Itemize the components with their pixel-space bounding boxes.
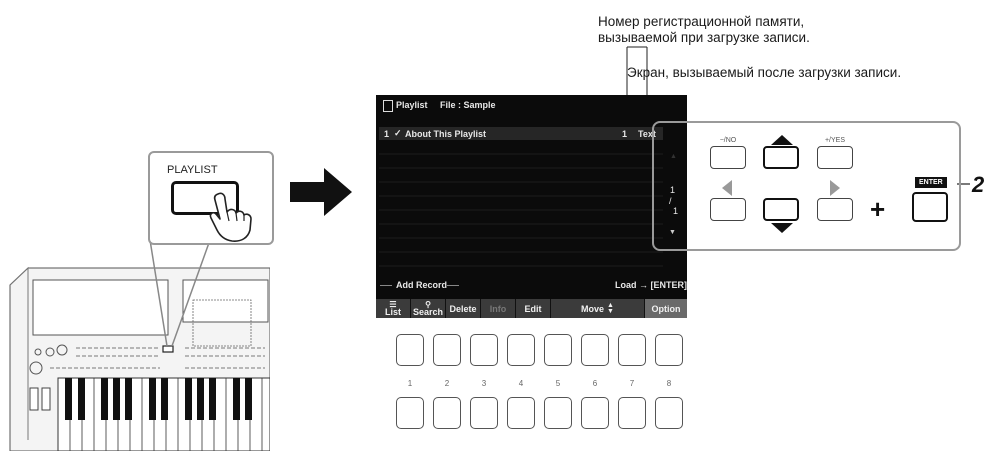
panel-button-upper-1[interactable] xyxy=(396,334,424,366)
left-arrow-icon xyxy=(722,180,732,196)
add-record-rule xyxy=(380,285,392,286)
pressing-hand-icon xyxy=(209,192,252,242)
screen-title: Playlist xyxy=(396,100,428,110)
panel-button-lower-4[interactable] xyxy=(507,397,535,429)
panel-number: 1 xyxy=(407,379,413,388)
move-button[interactable]: Move ▲ ▼ xyxy=(551,299,645,318)
record-title: About This Playlist xyxy=(405,129,487,139)
add-record-label: Add Record xyxy=(396,280,448,290)
record-index: 1 xyxy=(384,129,390,139)
panel-button-upper-4[interactable] xyxy=(507,334,535,366)
panel-number: 8 xyxy=(666,379,672,388)
up-down-icon: ▲ ▼ xyxy=(607,301,614,315)
panel-button-lower-2[interactable] xyxy=(433,397,461,429)
enter-button[interactable] xyxy=(912,192,948,222)
list-button-label: List xyxy=(384,307,401,317)
panel-number: 4 xyxy=(518,379,524,388)
list-button[interactable]: ☰ List xyxy=(376,299,411,318)
search-button-label: Search xyxy=(412,307,444,317)
add-record-rule xyxy=(447,285,459,286)
panel-number: 2 xyxy=(444,379,450,388)
load-hint: Load → [ENTER] xyxy=(615,280,687,290)
panel-button-lower-8[interactable] xyxy=(655,397,683,429)
enter-label: ENTER xyxy=(915,177,947,188)
arrow-right-icon xyxy=(290,168,352,216)
panel-number: 7 xyxy=(629,379,635,388)
playlist-app-icon xyxy=(383,100,393,112)
yes-label: +/YES xyxy=(824,137,846,144)
screen-file-name: File : Sample xyxy=(440,100,496,110)
down-arrow-icon xyxy=(771,223,793,233)
panel-button-upper-6[interactable] xyxy=(581,334,609,366)
panel-button-lower-1[interactable] xyxy=(396,397,424,429)
delete-button-label: Delete xyxy=(449,303,477,314)
panel-button-upper-5[interactable] xyxy=(544,334,572,366)
panel-button-lower-6[interactable] xyxy=(581,397,609,429)
info-button[interactable]: Info xyxy=(481,299,516,318)
yes-button[interactable] xyxy=(817,146,853,169)
panel-button-upper-2[interactable] xyxy=(433,334,461,366)
up-arrow-icon xyxy=(771,135,793,145)
panel-number: 3 xyxy=(481,379,487,388)
panel-number: 5 xyxy=(555,379,561,388)
edit-button-label: Edit xyxy=(524,303,542,314)
panel-number: 6 xyxy=(592,379,598,388)
left-button[interactable] xyxy=(710,198,746,221)
panel-button-upper-7[interactable] xyxy=(618,334,646,366)
edit-button[interactable]: Edit xyxy=(516,299,551,318)
panel-button-lower-5[interactable] xyxy=(544,397,572,429)
panel-button-lower-7[interactable] xyxy=(618,397,646,429)
panel-button-upper-3[interactable] xyxy=(470,334,498,366)
no-button[interactable] xyxy=(710,146,746,169)
record-registration-number: 1 xyxy=(622,129,628,139)
playlist-button-label: PLAYLIST xyxy=(167,164,218,176)
right-arrow-icon xyxy=(830,180,840,196)
info-button-label: Info xyxy=(489,303,507,314)
step-number: 2 xyxy=(972,172,985,197)
no-label: −/NO xyxy=(719,137,737,144)
panel-button-lower-3[interactable] xyxy=(470,397,498,429)
option-button[interactable]: Option xyxy=(645,299,687,318)
right-button[interactable] xyxy=(817,198,853,221)
panel-button-upper-8[interactable] xyxy=(655,334,683,366)
move-button-label: Move xyxy=(581,303,605,314)
record-check-icon: ✓ xyxy=(394,128,402,138)
option-button-label: Option xyxy=(651,303,681,314)
search-button[interactable]: ⚲ Search xyxy=(411,299,446,318)
list-rows xyxy=(379,153,663,267)
plus-icon: + xyxy=(870,194,886,224)
up-button[interactable] xyxy=(763,146,799,169)
down-button[interactable] xyxy=(763,198,799,221)
delete-button[interactable]: Delete xyxy=(446,299,481,318)
